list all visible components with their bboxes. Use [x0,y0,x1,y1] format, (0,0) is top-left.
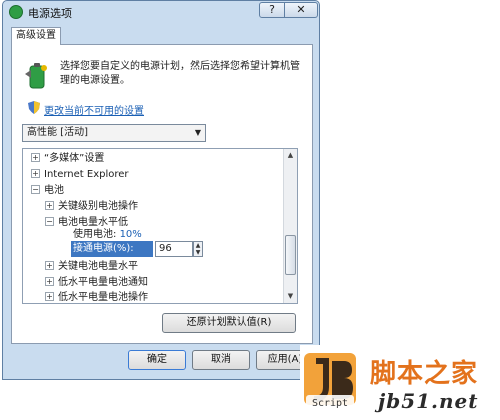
collapse-icon[interactable]: − [45,217,54,226]
tab-advanced-settings[interactable]: 高级设置 [11,27,61,45]
watermark: Script 脚本之家 jb51.net [300,345,500,420]
expand-icon[interactable]: + [31,169,40,178]
shield-icon [28,101,40,114]
tree-item-label: 低水平电量电池操作 [58,292,148,303]
expand-icon[interactable]: + [45,201,54,210]
scroll-up-icon[interactable]: ▲ [284,149,297,162]
settings-tree[interactable]: + “多媒体”设置 + Internet Explorer − 电池 + 关键级别电池操… [22,148,298,304]
tree-item-label: 关键级别电池操作 [58,201,138,212]
tree-item-low-battery-action[interactable]: + 低水平电量电池操作 [45,290,148,303]
tree-item-multimedia[interactable]: + “多媒体”设置 [31,151,104,167]
expand-icon[interactable]: + [45,277,54,286]
on-battery-value[interactable]: 10% [120,229,142,240]
tree-item-label: “多媒体”设置 [44,153,105,164]
scroll-down-icon[interactable]: ▼ [284,290,297,303]
tree-item-label: 关键电池电量水平 [58,261,138,272]
window-title: 电源选项 [28,7,72,20]
tree-item-label: Internet Explorer [44,169,129,180]
tree-item-critical-battery-level[interactable]: + 关键电池电量水平 [45,259,138,275]
scrollbar-thumb[interactable] [285,235,296,275]
watermark-text: 脚本之家 [370,359,479,389]
ok-button[interactable]: 确定 [128,350,186,370]
power-plan-select[interactable]: 高性能 [活动] ▼ [22,124,206,142]
watermark-url: jb51.net [378,389,479,413]
plugged-in-value-input[interactable]: 96 [155,241,193,257]
collapse-icon[interactable]: − [31,185,40,194]
jb51-logo-icon: Script [304,353,356,409]
expand-icon[interactable]: + [45,261,54,270]
change-unavailable-settings-link[interactable]: 更改当前不可用的设置 [44,102,144,117]
restore-defaults-button[interactable]: 还原计划默认值(R) [162,313,296,333]
tree-item-label: 低水平电量电池通知 [58,277,148,288]
tree-item-label: 电池 [44,185,64,196]
battery-plan-icon [25,63,47,89]
chevron-down-icon[interactable]: ▼ [195,125,201,141]
power-plan-select-value: 高性能 [活动] [27,127,88,138]
plugged-in-label: 接通电源(%): [71,241,153,257]
expand-icon[interactable]: + [31,153,40,162]
plan-description: 选择您要自定义的电源计划，然后选择您希望计算机管理的电源设置。 [60,61,300,86]
svg-text:Script: Script [312,398,348,409]
cancel-button[interactable]: 取消 [192,350,250,370]
power-options-icon [9,5,23,19]
tree-item-low-battery-notification[interactable]: + 低水平电量电池通知 [45,275,148,291]
on-battery-label: 使用电池: [73,229,117,240]
tree-scrollbar[interactable]: ▲ ▼ [283,149,297,303]
expand-icon[interactable]: + [45,292,54,301]
tree-item-critical-battery-action[interactable]: + 关键级别电池操作 [45,199,138,215]
spin-up-icon[interactable]: ▲ [194,242,202,249]
tree-item-internet-explorer[interactable]: + Internet Explorer [31,167,129,183]
tree-item-battery[interactable]: − 电池 [31,183,64,199]
spin-down-icon[interactable]: ▼ [194,249,202,256]
help-button[interactable]: ? [259,2,285,18]
close-button[interactable]: ✕ [284,2,318,18]
plugged-in-spinner[interactable]: ▲ ▼ [193,241,203,257]
title-bar[interactable]: 电源选项 ? ✕ [3,1,319,23]
